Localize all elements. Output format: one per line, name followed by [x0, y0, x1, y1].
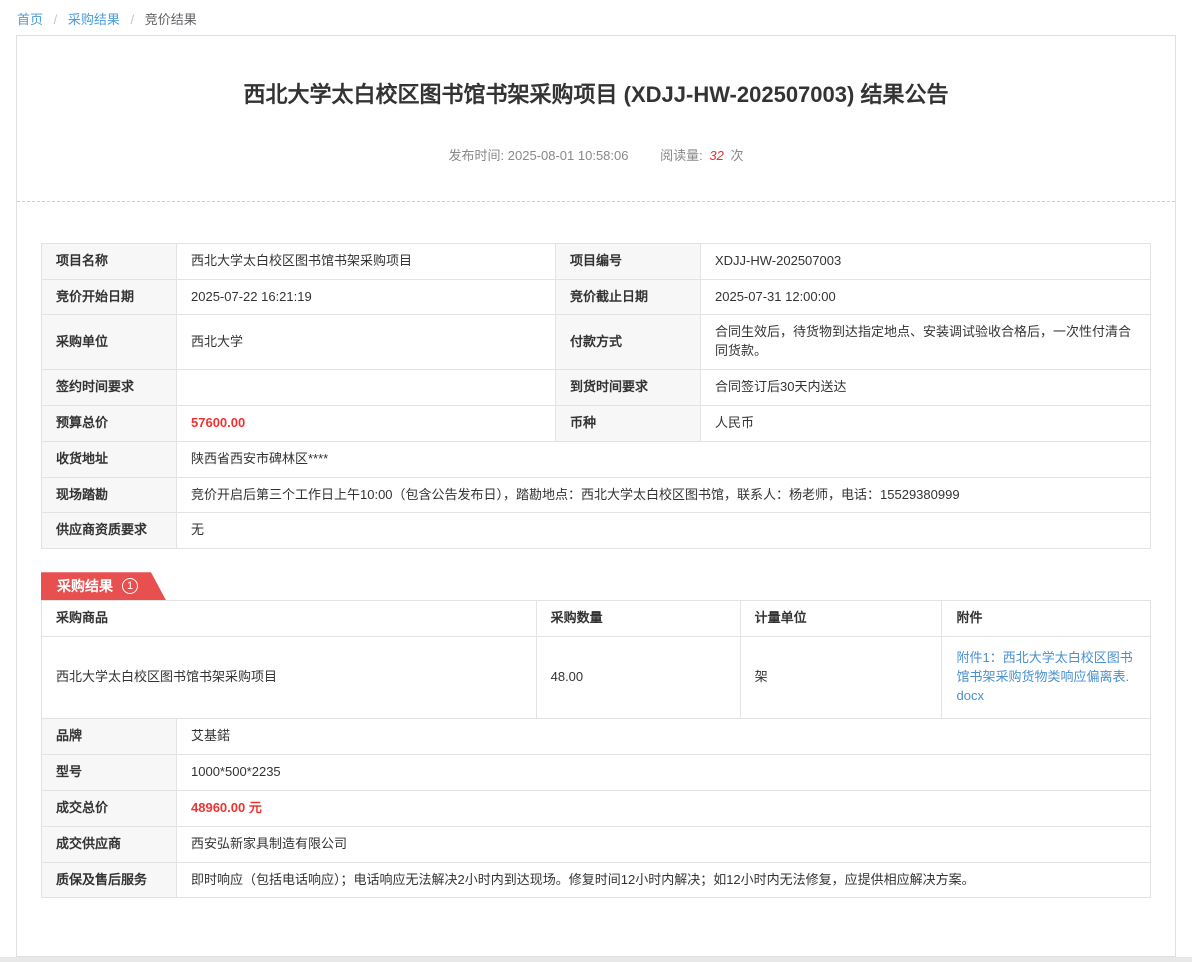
breadcrumb-link-procurement-results[interactable]: 采购结果: [68, 12, 120, 27]
supplier-qualification-label: 供应商资质要求: [42, 513, 177, 549]
table-row: 竞价开始日期 2025-07-22 16:21:19 竞价截止日期 2025-0…: [42, 279, 1151, 315]
purchasing-unit-label: 采购单位: [42, 315, 177, 370]
procurement-result-badge: 采购结果 1: [41, 572, 166, 600]
deal-total-price-label: 成交总价: [42, 790, 177, 826]
views: 阅读量: 32 次: [660, 148, 743, 163]
attachment-column-header: 附件: [942, 601, 1151, 637]
attachment-link[interactable]: 附件1：西北大学太白校区图书馆书架采购货物类响应偏离表.docx: [956, 650, 1132, 703]
breadcrumb: 首页 / 采购结果 / 竞价结果: [0, 0, 1192, 35]
signing-time-label: 签约时间要求: [42, 370, 177, 406]
project-number-value: XDJJ-HW-202507003: [701, 243, 1151, 279]
table-row: 品牌 艾基鍩: [42, 719, 1151, 755]
quantity-column-header: 采购数量: [536, 601, 740, 637]
unit-cell: 架: [740, 637, 942, 719]
breadcrumb-link-home[interactable]: 首页: [17, 12, 43, 27]
brand-value: 艾基鍩: [177, 719, 1151, 755]
payment-method-label: 付款方式: [556, 315, 701, 370]
brand-label: 品牌: [42, 719, 177, 755]
bid-start-date-label: 竞价开始日期: [42, 279, 177, 315]
project-info-table: 项目名称 西北大学太白校区图书馆书架采购项目 项目编号 XDJJ-HW-2025…: [41, 243, 1151, 550]
delivery-time-value: 合同签订后30天内送达: [701, 370, 1151, 406]
project-number-label: 项目编号: [556, 243, 701, 279]
attachment-cell: 附件1：西北大学太白校区图书馆书架采购货物类响应偏离表.docx: [942, 637, 1151, 719]
publish-time-value: 2025-08-01 10:58:06: [508, 148, 629, 163]
bid-end-date-value: 2025-07-31 12:00:00: [701, 279, 1151, 315]
table-row: 型号 1000*500*2235: [42, 754, 1151, 790]
bid-start-date-value: 2025-07-22 16:21:19: [177, 279, 556, 315]
warranty-service-label: 质保及售后服务: [42, 862, 177, 898]
currency-value: 人民币: [701, 405, 1151, 441]
table-header-row: 采购商品 采购数量 计量单位 附件: [42, 601, 1151, 637]
publish-time: 发布时间: 2025-08-01 10:58:06: [449, 148, 633, 163]
table-row: 预算总价 57600.00 币种 人民币: [42, 405, 1151, 441]
table-row: 西北大学太白校区图书馆书架采购项目 48.00 架 附件1：西北大学太白校区图书…: [42, 637, 1151, 719]
announcement-card: 西北大学太白校区图书馆书架采购项目 (XDJJ-HW-202507003) 结果…: [16, 35, 1176, 957]
views-count: 32: [709, 148, 723, 163]
table-row: 采购单位 西北大学 付款方式 合同生效后，待货物到达指定地点、安装调试验收合格后…: [42, 315, 1151, 370]
table-row: 现场踏勘 竞价开启后第三个工作日上午10:00（包含公告发布日），踏勘地点：西北…: [42, 477, 1151, 513]
table-row: 成交供应商 西安弘新家具制造有限公司: [42, 826, 1151, 862]
site-survey-value: 竞价开启后第三个工作日上午10:00（包含公告发布日），踏勘地点：西北大学太白校…: [177, 477, 1151, 513]
result-badge-count: 1: [122, 578, 138, 594]
delivery-address-label: 收货地址: [42, 441, 177, 477]
deal-detail-table: 品牌 艾基鍩 型号 1000*500*2235 成交总价 48960.00 元 …: [41, 718, 1151, 898]
bottom-strip: [0, 957, 1192, 962]
breadcrumb-separator: /: [54, 12, 58, 27]
result-badge-label: 采购结果: [57, 577, 113, 595]
quantity-cell: 48.00: [536, 637, 740, 719]
page-title: 西北大学太白校区图书馆书架采购项目 (XDJJ-HW-202507003) 结果…: [81, 80, 1111, 110]
breadcrumb-separator: /: [131, 12, 135, 27]
publish-time-label: 发布时间:: [449, 148, 505, 163]
model-value: 1000*500*2235: [177, 754, 1151, 790]
currency-label: 币种: [556, 405, 701, 441]
winning-supplier-label: 成交供应商: [42, 826, 177, 862]
table-row: 成交总价 48960.00 元: [42, 790, 1151, 826]
unit-column-header: 计量单位: [740, 601, 942, 637]
budget-total-value: 57600.00: [177, 405, 556, 441]
views-unit: 次: [730, 148, 743, 163]
dashed-divider: [17, 201, 1175, 202]
product-cell: 西北大学太白校区图书馆书架采购项目: [42, 637, 537, 719]
delivery-address-value: 陕西省西安市碑林区****: [177, 441, 1151, 477]
table-row: 项目名称 西北大学太白校区图书馆书架采购项目 项目编号 XDJJ-HW-2025…: [42, 243, 1151, 279]
winning-supplier-value: 西安弘新家具制造有限公司: [177, 826, 1151, 862]
bid-end-date-label: 竞价截止日期: [556, 279, 701, 315]
views-label: 阅读量:: [660, 148, 703, 163]
publish-meta: 发布时间: 2025-08-01 10:58:06 阅读量: 32 次: [41, 145, 1151, 164]
model-label: 型号: [42, 754, 177, 790]
warranty-service-value: 即时响应（包括电话响应）；电话响应无法解决2小时内到达现场。修复时间12小时内解…: [177, 862, 1151, 898]
table-row: 收货地址 陕西省西安市碑林区****: [42, 441, 1151, 477]
table-row: 质保及售后服务 即时响应（包括电话响应）；电话响应无法解决2小时内到达现场。修复…: [42, 862, 1151, 898]
product-column-header: 采购商品: [42, 601, 537, 637]
payment-method-value: 合同生效后，待货物到达指定地点、安装调试验收合格后，一次性付清合同货款。: [701, 315, 1151, 370]
table-row: 供应商资质要求 无: [42, 513, 1151, 549]
deal-total-price-value: 48960.00 元: [177, 790, 1151, 826]
table-row: 签约时间要求 到货时间要求 合同签订后30天内送达: [42, 370, 1151, 406]
site-survey-label: 现场踏勘: [42, 477, 177, 513]
project-name-label: 项目名称: [42, 243, 177, 279]
breadcrumb-current-bidding-results: 竞价结果: [145, 12, 197, 27]
delivery-time-label: 到货时间要求: [556, 370, 701, 406]
purchasing-unit-value: 西北大学: [177, 315, 556, 370]
budget-total-label: 预算总价: [42, 405, 177, 441]
procurement-result-table: 采购商品 采购数量 计量单位 附件 西北大学太白校区图书馆书架采购项目 48.0…: [41, 600, 1151, 719]
supplier-qualification-value: 无: [177, 513, 1151, 549]
signing-time-value: [177, 370, 556, 406]
project-name-value: 西北大学太白校区图书馆书架采购项目: [177, 243, 556, 279]
